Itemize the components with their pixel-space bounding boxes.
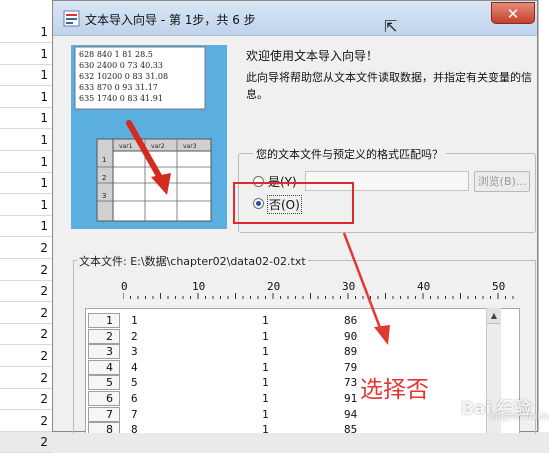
baidu-watermark-url: jingyan.baidu.com bbox=[490, 412, 549, 422]
background-cell: 2 bbox=[0, 260, 52, 281]
background-cell: 2 bbox=[0, 324, 52, 346]
preview-row-number: 5 bbox=[88, 375, 120, 391]
preview-cell: 1 bbox=[262, 329, 269, 343]
background-cell: 2 bbox=[0, 303, 52, 324]
annotation-arrow bbox=[342, 232, 390, 345]
sample-text-line: 628 840 1 81 28.5 bbox=[79, 50, 153, 59]
wizard-illustration: 628 840 1 81 28.5 630 2400 0 73 40.33 632 … bbox=[71, 45, 227, 229]
data-preview-area: 1 1 1 86 2 2 1 90 3 3 1 89 4 4 1 79 5 5 1 73 6 6 1 91 7 7 1 94 8 8 1 85 bbox=[85, 308, 520, 433]
format-match-question: 您的文本文件与预定义的格式匹配吗？ bbox=[253, 146, 446, 162]
text-import-wizard-dialog: 文本导入向导 - 第 1步，共 6 步 ✕ ⇱ 628 840 1 81 28.… bbox=[52, 0, 549, 434]
column-ruler: 0 10 20 30 40 50 bbox=[121, 280, 517, 300]
grid-row-label: 2 bbox=[102, 174, 106, 182]
close-button[interactable]: ✕ bbox=[491, 2, 535, 24]
preview-row-number: 8 bbox=[88, 422, 120, 433]
background-cell: 2 bbox=[0, 411, 52, 432]
annotation-text: 选择否 bbox=[360, 377, 429, 403]
preview-cell: 85 bbox=[344, 423, 358, 433]
preview-row-number: 7 bbox=[88, 406, 120, 422]
sample-text-line: 632 10200 0 83 31.08 bbox=[79, 72, 168, 81]
preview-cell: 5 bbox=[131, 376, 138, 390]
wizard-description: 此向导将帮助您从文本文件读取数据，并指定有关变量的信息。 bbox=[246, 71, 532, 101]
preview-cell: 1 bbox=[262, 407, 269, 421]
ruler-number: 10 bbox=[192, 280, 206, 293]
background-cell: 2 bbox=[0, 238, 52, 259]
sample-text-line: 635 1740 0 83 41.91 bbox=[79, 94, 163, 103]
background-cell: 1 bbox=[0, 108, 52, 130]
ruler-number: 40 bbox=[417, 280, 431, 293]
sample-text-line: 630 2400 0 73 40.33 bbox=[79, 61, 163, 70]
ruler-ticks bbox=[123, 293, 514, 299]
background-cell: 1 bbox=[0, 152, 52, 173]
preview-cell: 2 bbox=[131, 329, 138, 343]
preview-cell: 4 bbox=[131, 360, 138, 374]
dialog-titlebar: 文本导入向导 - 第 1步，共 6 步 ✕ ⇱ bbox=[53, 1, 537, 36]
grid-row-label: 1 bbox=[102, 156, 106, 164]
preview-row-number: 2 bbox=[88, 328, 120, 344]
grid-row-label: 3 bbox=[102, 192, 106, 200]
background-cell: 1 bbox=[0, 87, 52, 108]
background-cell: 2 bbox=[0, 346, 52, 367]
preview-cell: 1 bbox=[262, 360, 269, 374]
preview-cell: 1 bbox=[262, 314, 269, 327]
preview-cell: 94 bbox=[344, 407, 358, 421]
background-sheet-right-edge bbox=[538, 0, 549, 432]
spss-app-icon bbox=[63, 10, 80, 27]
preview-row-number: 1 bbox=[88, 313, 120, 328]
background-cell: 2 bbox=[0, 281, 52, 303]
preview-cell: 79 bbox=[344, 360, 358, 374]
preview-cell: 6 bbox=[131, 392, 138, 405]
background-cell: 1 bbox=[0, 44, 52, 65]
preview-cell: 1 bbox=[262, 345, 269, 359]
background-cell: 1 bbox=[0, 216, 52, 238]
preview-cell: 73 bbox=[344, 376, 358, 390]
background-data-sheet: 11111111112222222222 bbox=[0, 0, 53, 453]
grid-header-label: var2 bbox=[151, 143, 165, 150]
background-cell: 1 bbox=[0, 130, 52, 151]
ruler-number: 50 bbox=[492, 280, 506, 293]
preview-row-number: 3 bbox=[88, 344, 120, 360]
ruler-number: 0 bbox=[121, 280, 128, 293]
grid-header-label: var1 bbox=[119, 143, 133, 150]
background-cell: 1 bbox=[0, 22, 52, 43]
mouse-cursor-icon: ⇱ bbox=[384, 17, 398, 36]
preview-cell: 1 bbox=[131, 314, 138, 327]
dialog-title: 文本导入向导 - 第 1步，共 6 步 bbox=[85, 13, 256, 27]
preview-cell: 8 bbox=[131, 423, 138, 433]
preview-cell: 1 bbox=[262, 376, 269, 390]
background-cell: 1 bbox=[0, 173, 52, 195]
preview-row-number: 4 bbox=[88, 359, 120, 375]
browse-button[interactable]: 浏览(B)... bbox=[474, 171, 530, 192]
ruler-number: 20 bbox=[267, 280, 281, 293]
preview-row-number: 6 bbox=[88, 391, 120, 406]
preview-cell: 91 bbox=[344, 392, 358, 405]
preview-cell: 7 bbox=[131, 407, 138, 421]
grid-header-label: var3 bbox=[183, 143, 197, 150]
preview-cell: 1 bbox=[262, 423, 269, 433]
background-cell: 1 bbox=[0, 195, 52, 216]
preview-cell: 3 bbox=[131, 345, 138, 359]
scroll-up-arrow-icon[interactable]: ▲ bbox=[487, 308, 501, 324]
background-cell: 2 bbox=[0, 432, 52, 453]
background-cell: 1 bbox=[0, 65, 52, 87]
background-cell: 2 bbox=[0, 389, 52, 411]
welcome-heading: 欢迎使用文本导入向导！ bbox=[246, 49, 379, 63]
highlight-annotation-box bbox=[233, 182, 354, 224]
preview-cell: 1 bbox=[262, 392, 269, 405]
background-cell: 2 bbox=[0, 368, 52, 389]
sample-text-line: 633 870 0 93 31.17 bbox=[79, 83, 158, 92]
file-path-label: 文本文件: E:\数据\chapter02\data02-02.txt bbox=[77, 253, 308, 269]
